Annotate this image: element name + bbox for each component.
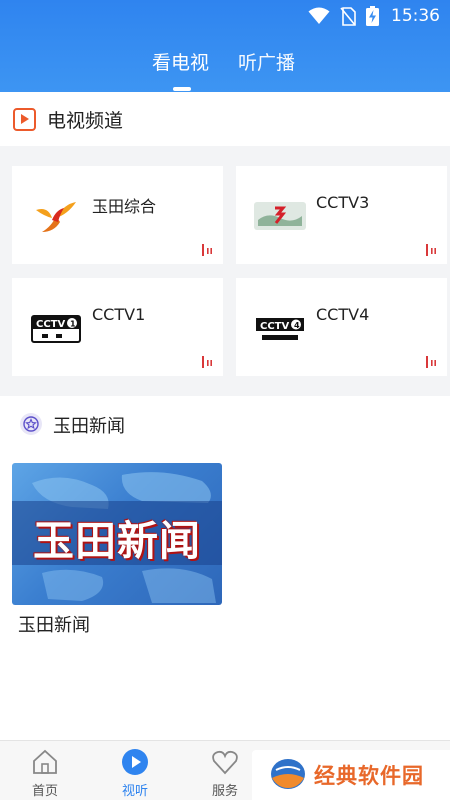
news-thumbnail[interactable]: 玉田新闻 [12,463,222,605]
live-signal-icon [202,356,212,368]
nav-home[interactable]: 首页 [0,741,90,800]
home-icon [33,749,57,774]
channel-name: CCTV3 [316,193,370,212]
live-signal-icon [202,244,212,256]
svg-text:CCTV: CCTV [260,321,289,332]
battery-charging-icon [366,6,379,26]
nav-label: 视听 [121,784,148,799]
news-item-caption[interactable]: 玉田新闻 [18,611,90,637]
no-sim-icon [340,6,356,26]
watermark-logo-icon [271,759,305,789]
svg-text:1: 1 [70,320,76,329]
tab-watch-tv[interactable]: 看电视 [152,48,209,75]
svg-text:4: 4 [294,321,300,330]
cctv3-logo-icon [254,202,306,230]
watermark-text: 经典软件园 [314,764,424,788]
yutian-logo-icon [36,202,76,232]
news-section-title: 玉田新闻 [53,416,125,437]
video-play-icon [13,108,36,131]
tab-listen-radio[interactable]: 听广播 [238,48,295,75]
svg-text:CCTV: CCTV [36,319,65,330]
status-time: 15:36 [391,6,440,26]
heart-icon [212,750,238,775]
tv-channels-title: 电视频道 [47,110,124,132]
channel-card-cctv3[interactable]: CCTV3 [236,166,447,264]
tv-channels-header: 电视频道 [0,92,450,146]
top-tabs: 看电视 听广播 [0,44,450,92]
thumbnail-title: 玉田新闻 [33,517,201,565]
cctv4-logo-icon: CCTV 4 [256,318,304,340]
channel-card-yutian[interactable]: 玉田综合 [12,166,223,264]
live-signal-icon [426,244,436,256]
live-signal-icon [426,356,436,368]
channel-card-cctv1[interactable]: CCTV 1 CCTV1 [12,278,223,376]
star-badge-icon [20,413,42,435]
wifi-icon [308,7,330,24]
channel-name: 玉田综合 [92,197,157,216]
watermark: 经典软件园 [252,750,450,800]
nav-label: 首页 [31,784,58,799]
nav-media[interactable]: 视听 [90,741,180,800]
channel-name: CCTV4 [316,305,370,324]
channel-name: CCTV1 [92,305,146,324]
channel-card-cctv4[interactable]: CCTV 4 CCTV4 [236,278,447,376]
news-section: 玉田新闻 玉田新闻 玉田新闻 [0,396,450,740]
active-tab-indicator [173,87,191,91]
header: 15:36 看电视 听广播 [0,0,450,92]
cctv1-logo-icon: CCTV 1 [31,315,81,343]
play-icon [122,749,148,775]
status-bar: 15:36 [0,0,450,30]
